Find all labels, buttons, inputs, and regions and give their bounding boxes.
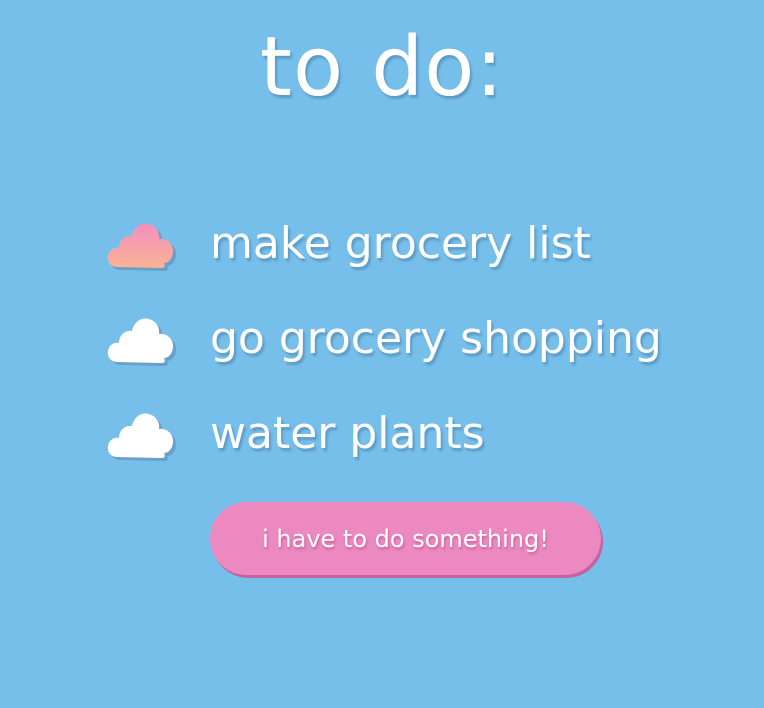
cloud-icon — [106, 220, 176, 271]
add-task-button[interactable]: i have to do something! — [210, 502, 601, 575]
todo-list: make grocery list go grocery shopping wa… — [106, 196, 662, 481]
page-title: to do: — [259, 20, 505, 115]
todo-label: go grocery shopping — [210, 312, 662, 364]
todo-label: water plants — [210, 407, 485, 459]
todo-item-go-grocery-shopping[interactable]: go grocery shopping — [106, 291, 662, 386]
todo-item-water-plants[interactable]: water plants — [106, 386, 662, 481]
cloud-icon — [106, 315, 176, 366]
todo-label: make grocery list — [210, 217, 591, 269]
cloud-icon — [106, 410, 176, 461]
todo-item-make-grocery-list[interactable]: make grocery list — [106, 196, 662, 291]
